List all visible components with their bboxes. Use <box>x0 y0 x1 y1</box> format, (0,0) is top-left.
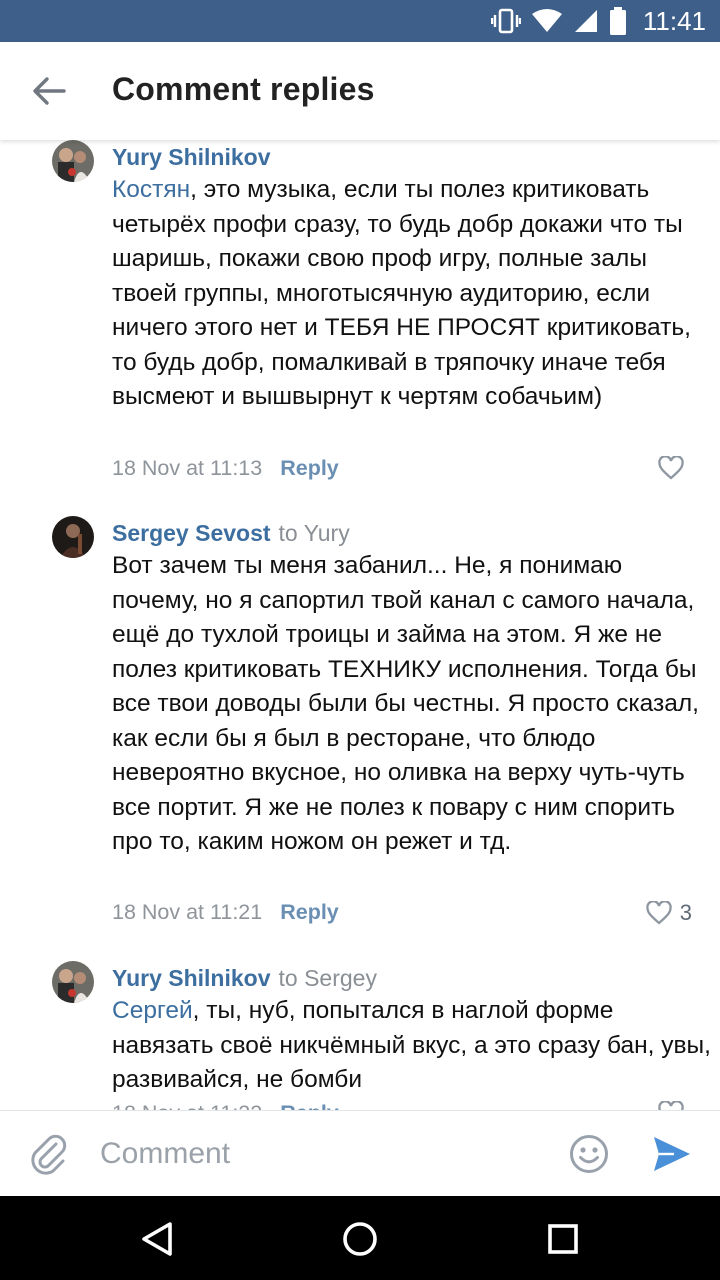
smiley-icon <box>570 1135 608 1173</box>
comment-text: Сергей, ты, нуб, попытался в наглой форм… <box>112 994 712 1098</box>
heart-icon <box>646 901 672 925</box>
nav-home-button[interactable] <box>335 1214 385 1264</box>
comment-header: Sergey Sevost to Yury <box>112 520 350 547</box>
paperclip-icon <box>31 1134 67 1175</box>
reply-button[interactable]: Reply <box>280 900 339 924</box>
like-count: 3 <box>679 900 692 925</box>
like-button[interactable]: 3 <box>646 900 692 926</box>
comment-text: Костян, это музыка, если ты полез критик… <box>112 173 712 415</box>
comment-header: Yury Shilnikov <box>112 144 271 171</box>
comment-header: Yury Shilnikov to Sergey <box>112 965 377 992</box>
comment-body: , ты, нуб, попытался в наглой форме навя… <box>112 997 711 1093</box>
nav-home-icon <box>343 1222 377 1256</box>
battery-icon <box>609 7 627 35</box>
comment-composer <box>0 1110 720 1196</box>
heart-icon <box>658 1101 684 1110</box>
status-bar: 11:41 <box>0 0 720 42</box>
app-bar: Comment replies <box>0 42 720 140</box>
comment-author[interactable]: Sergey Sevost <box>112 520 271 546</box>
comment-body: , это музыка, если ты полез критиковать … <box>112 176 691 410</box>
nav-back-button[interactable] <box>132 1214 182 1264</box>
comment-mention[interactable]: Сергей <box>112 997 193 1024</box>
back-arrow-icon <box>33 77 66 105</box>
nav-recents-icon <box>548 1224 578 1254</box>
reply-to[interactable]: to Yury <box>279 520 350 546</box>
comment-text: Вот зачем ты меня забанил... Не, я поним… <box>112 549 712 860</box>
avatar[interactable] <box>52 140 94 182</box>
comment-date: 18 Nov at 11:21 <box>112 900 263 924</box>
avatar[interactable] <box>52 516 94 558</box>
comment-body: Вот зачем ты меня забанил... Не, я поним… <box>112 552 699 855</box>
comment-author[interactable]: Yury Shilnikov <box>112 965 271 991</box>
comment-meta: 18 Nov at 11:21 Reply <box>112 900 339 925</box>
like-button[interactable] <box>658 456 692 480</box>
heart-icon <box>658 456 684 480</box>
comment-author[interactable]: Yury Shilnikov <box>112 144 271 170</box>
comment-date: 18 Nov at 11:13 <box>112 456 263 480</box>
page-title: Comment replies <box>112 71 375 107</box>
comment-mention[interactable]: Костян <box>112 176 190 203</box>
nav-recents-button[interactable] <box>538 1214 588 1264</box>
reply-to[interactable]: to Sergey <box>279 965 377 991</box>
reply-button[interactable]: Reply <box>280 1101 339 1110</box>
send-icon <box>654 1137 690 1171</box>
comment-date: 18 Nov at 11:22 <box>112 1101 262 1110</box>
attach-button[interactable] <box>26 1131 72 1177</box>
status-time: 11:41 <box>642 5 706 36</box>
avatar[interactable] <box>52 961 94 1003</box>
comment-meta: 18 Nov at 11:22 Reply <box>112 1101 339 1110</box>
send-button[interactable] <box>646 1131 698 1177</box>
comment-input[interactable] <box>100 1133 540 1175</box>
signal-icon <box>573 8 599 34</box>
comment-meta: 18 Nov at 11:13 Reply <box>112 456 339 481</box>
back-button[interactable] <box>22 68 76 114</box>
comment-list[interactable]: Yury Shilnikov Костян, это музыка, если … <box>0 140 720 1110</box>
emoji-button[interactable] <box>566 1131 612 1177</box>
vibrate-icon <box>490 8 521 34</box>
like-button[interactable] <box>658 1101 692 1110</box>
wifi-icon <box>531 8 563 34</box>
nav-back-icon <box>142 1222 172 1256</box>
reply-button[interactable]: Reply <box>280 456 339 480</box>
status-icons: 11:41 <box>490 5 706 36</box>
system-nav-bar <box>0 1196 720 1280</box>
